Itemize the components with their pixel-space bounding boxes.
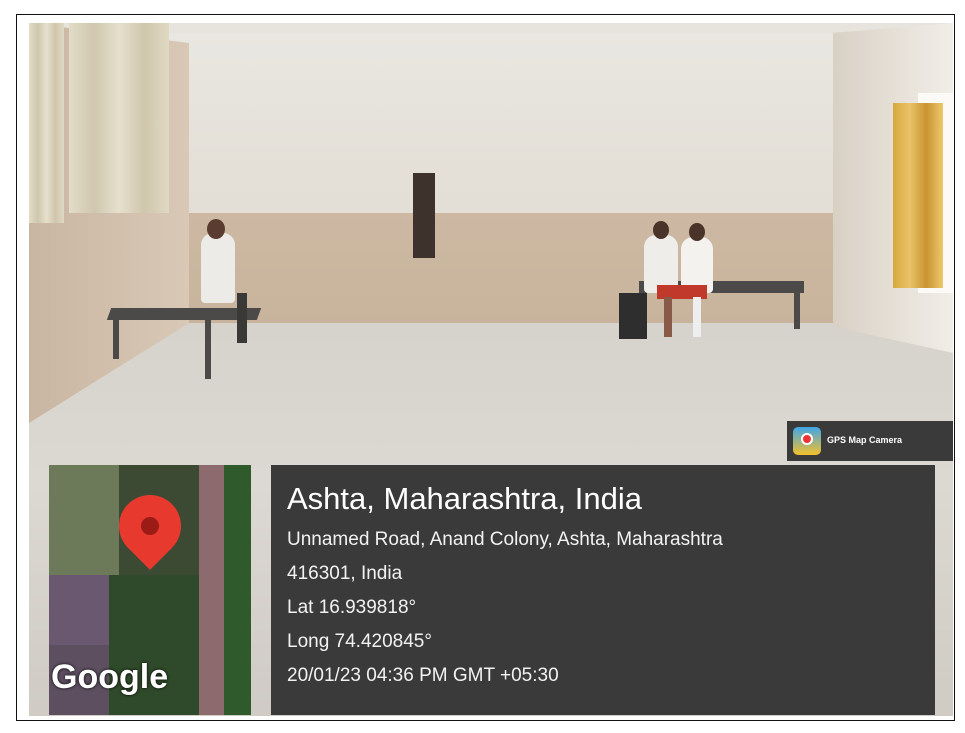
location-pin-dot bbox=[141, 517, 159, 535]
address-line-1: Unnamed Road, Anand Colony, Ashta, Mahar… bbox=[287, 529, 723, 550]
left-curtain bbox=[29, 23, 64, 223]
wall-dado bbox=[179, 213, 879, 328]
person-legs bbox=[664, 297, 672, 337]
room-photo: GPS Map Camera Google Ashta, Maharashtra… bbox=[29, 23, 953, 716]
map-thumbnail: Google bbox=[49, 465, 251, 715]
map-field bbox=[199, 465, 224, 715]
image-frame: GPS Map Camera Google Ashta, Maharashtra… bbox=[16, 14, 955, 721]
wall-panel bbox=[413, 173, 435, 258]
person-head bbox=[207, 219, 225, 239]
gps-map-camera-app-icon bbox=[793, 427, 821, 455]
google-logo: Google bbox=[51, 658, 169, 696]
map-field bbox=[224, 465, 251, 715]
map-field bbox=[49, 575, 109, 645]
longitude-text: Long 74.420845° bbox=[287, 631, 432, 652]
bench-right-leg bbox=[794, 291, 800, 329]
map-field bbox=[49, 465, 119, 575]
person-legs bbox=[237, 293, 247, 343]
person-head bbox=[689, 223, 705, 241]
person-head bbox=[653, 221, 669, 239]
timestamp-text: 20/01/23 04:36 PM GMT +05:30 bbox=[287, 665, 559, 686]
gps-map-camera-badge: GPS Map Camera bbox=[787, 421, 953, 461]
address-line-2: 416301, India bbox=[287, 563, 403, 584]
person-seated-left bbox=[201, 233, 235, 303]
bag bbox=[619, 293, 647, 339]
gps-map-camera-label: GPS Map Camera bbox=[827, 435, 903, 445]
right-curtain bbox=[893, 103, 943, 288]
location-info-panel: Ashta, Maharashtra, India Unnamed Road, … bbox=[271, 465, 935, 715]
person-legs bbox=[693, 297, 701, 337]
bench-left-leg bbox=[205, 319, 211, 379]
back-wall bbox=[169, 33, 889, 233]
latitude-text: Lat 16.939818° bbox=[287, 597, 417, 618]
left-curtain-2 bbox=[69, 23, 169, 213]
bench-left-leg bbox=[113, 319, 119, 359]
location-title: Ashta, Maharashtra, India bbox=[287, 481, 642, 516]
